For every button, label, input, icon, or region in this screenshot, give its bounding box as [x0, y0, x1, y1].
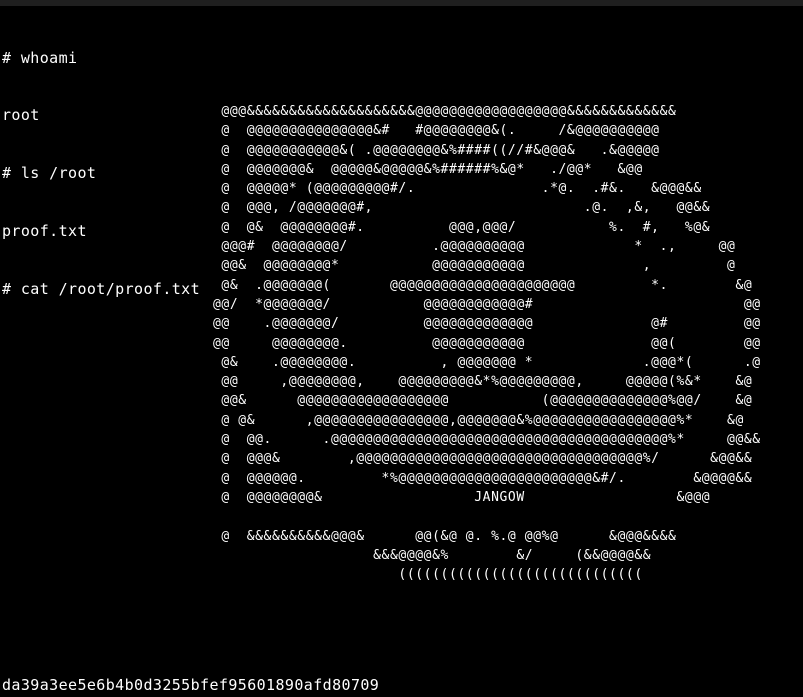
ascii-art-line: @ @@@@@@@@@@@&( .@@@@@@@@&%####((//#&@@@…: [213, 142, 660, 158]
ascii-art-line: @@& @@@@@@@@* @@@@@@@@@@@ , @: [213, 258, 736, 274]
terminal-window[interactable]: # whoami root # ls /root proof.txt # cat…: [0, 0, 803, 697]
ascii-art-line: @ @@@@@* (@@@@@@@@@#/. .*@. .#&. &@@@&&: [213, 181, 702, 197]
ascii-art-line: [213, 507, 761, 526]
ascii-art-line: @ @@@@@@@@@@@@@@@&# #@@@@@@@@&(. /&@@@@@…: [213, 123, 660, 139]
ascii-art-line: @@@# @@@@@@@@/ .@@@@@@@@@@ * ., @@: [213, 239, 736, 255]
proof-flag-hash: da39a3ee5e6b4b0d3255bfef95601890afd80709: [2, 676, 380, 694]
ascii-art-line: (((((((((((((((((((((((((((((: [213, 567, 643, 583]
ascii-art-line: @ @@@& ,@@@@@@@@@@@@@@@@@@@@@@@@@@@@@@@@…: [213, 451, 753, 467]
ascii-art-line: @@ .@@@@@@@/ @@@@@@@@@@@@@ @# @@: [213, 316, 761, 332]
ascii-art-line: @& .@@@@@@@@. , @@@@@@@ * .@@@*( .@: [213, 354, 761, 370]
ascii-art-line: @ @@@, /@@@@@@@#, .@. ,&, @@&&: [213, 200, 711, 216]
ascii-art-line: @ @@. .@@@@@@@@@@@@@@@@@@@@@@@@@@@@@@@@@…: [213, 432, 761, 448]
ascii-art-line: &&&@@@@&% &/ (&&@@@@&&: [213, 547, 652, 563]
ascii-art-line: @& .@@@@@@@( @@@@@@@@@@@@@@@@@@@@@@ *. &…: [213, 277, 753, 293]
ascii-art-line: @@/ *@@@@@@@/ @@@@@@@@@@@@# @@: [213, 296, 761, 312]
ascii-art-line: @@ ,@@@@@@@@, @@@@@@@@@&*%@@@@@@@@@, @@@…: [213, 374, 753, 390]
ascii-art-line: @ &&&&&&&&&&@@@& @@(&@ @. %.@ @@%@ &@@@&…: [213, 528, 677, 544]
ascii-art-line: @@& @@@@@@@@@@@@@@@@@@ (@@@@@@@@@@@@@@%@…: [213, 393, 753, 409]
ascii-art-line: @@ @@@@@@@@. @@@@@@@@@@@ @@( @@: [213, 335, 761, 351]
ascii-art-line: @ @@@@@@@@& JANGOW &@@@: [213, 489, 711, 505]
ascii-art-line: @ @@@@@@@& @@@@@&@@@@@&%######%&@* ./@@*…: [213, 161, 643, 177]
ascii-art-line: @ @@@@@@. *%@@@@@@@@@@@@@@@@@@@@@@@&#/. …: [213, 470, 753, 486]
ascii-art-banner: @@@&&&&&&&&&&&&&&&&&&&&@@@@@@@@@@@@@@@@@…: [213, 102, 761, 584]
command-whoami: # whoami: [2, 48, 78, 67]
ascii-art-line: @ @& @@@@@@@@#. @@@,@@@/ %. #, %@&: [213, 219, 711, 235]
ascii-art-line: @@@&&&&&&&&&&&&&&&&&&&&@@@@@@@@@@@@@@@@@…: [213, 104, 677, 119]
ascii-art-line: @ @& ,@@@@@@@@@@@@@@@@,@@@@@@@&%@@@@@@@@…: [213, 412, 744, 428]
